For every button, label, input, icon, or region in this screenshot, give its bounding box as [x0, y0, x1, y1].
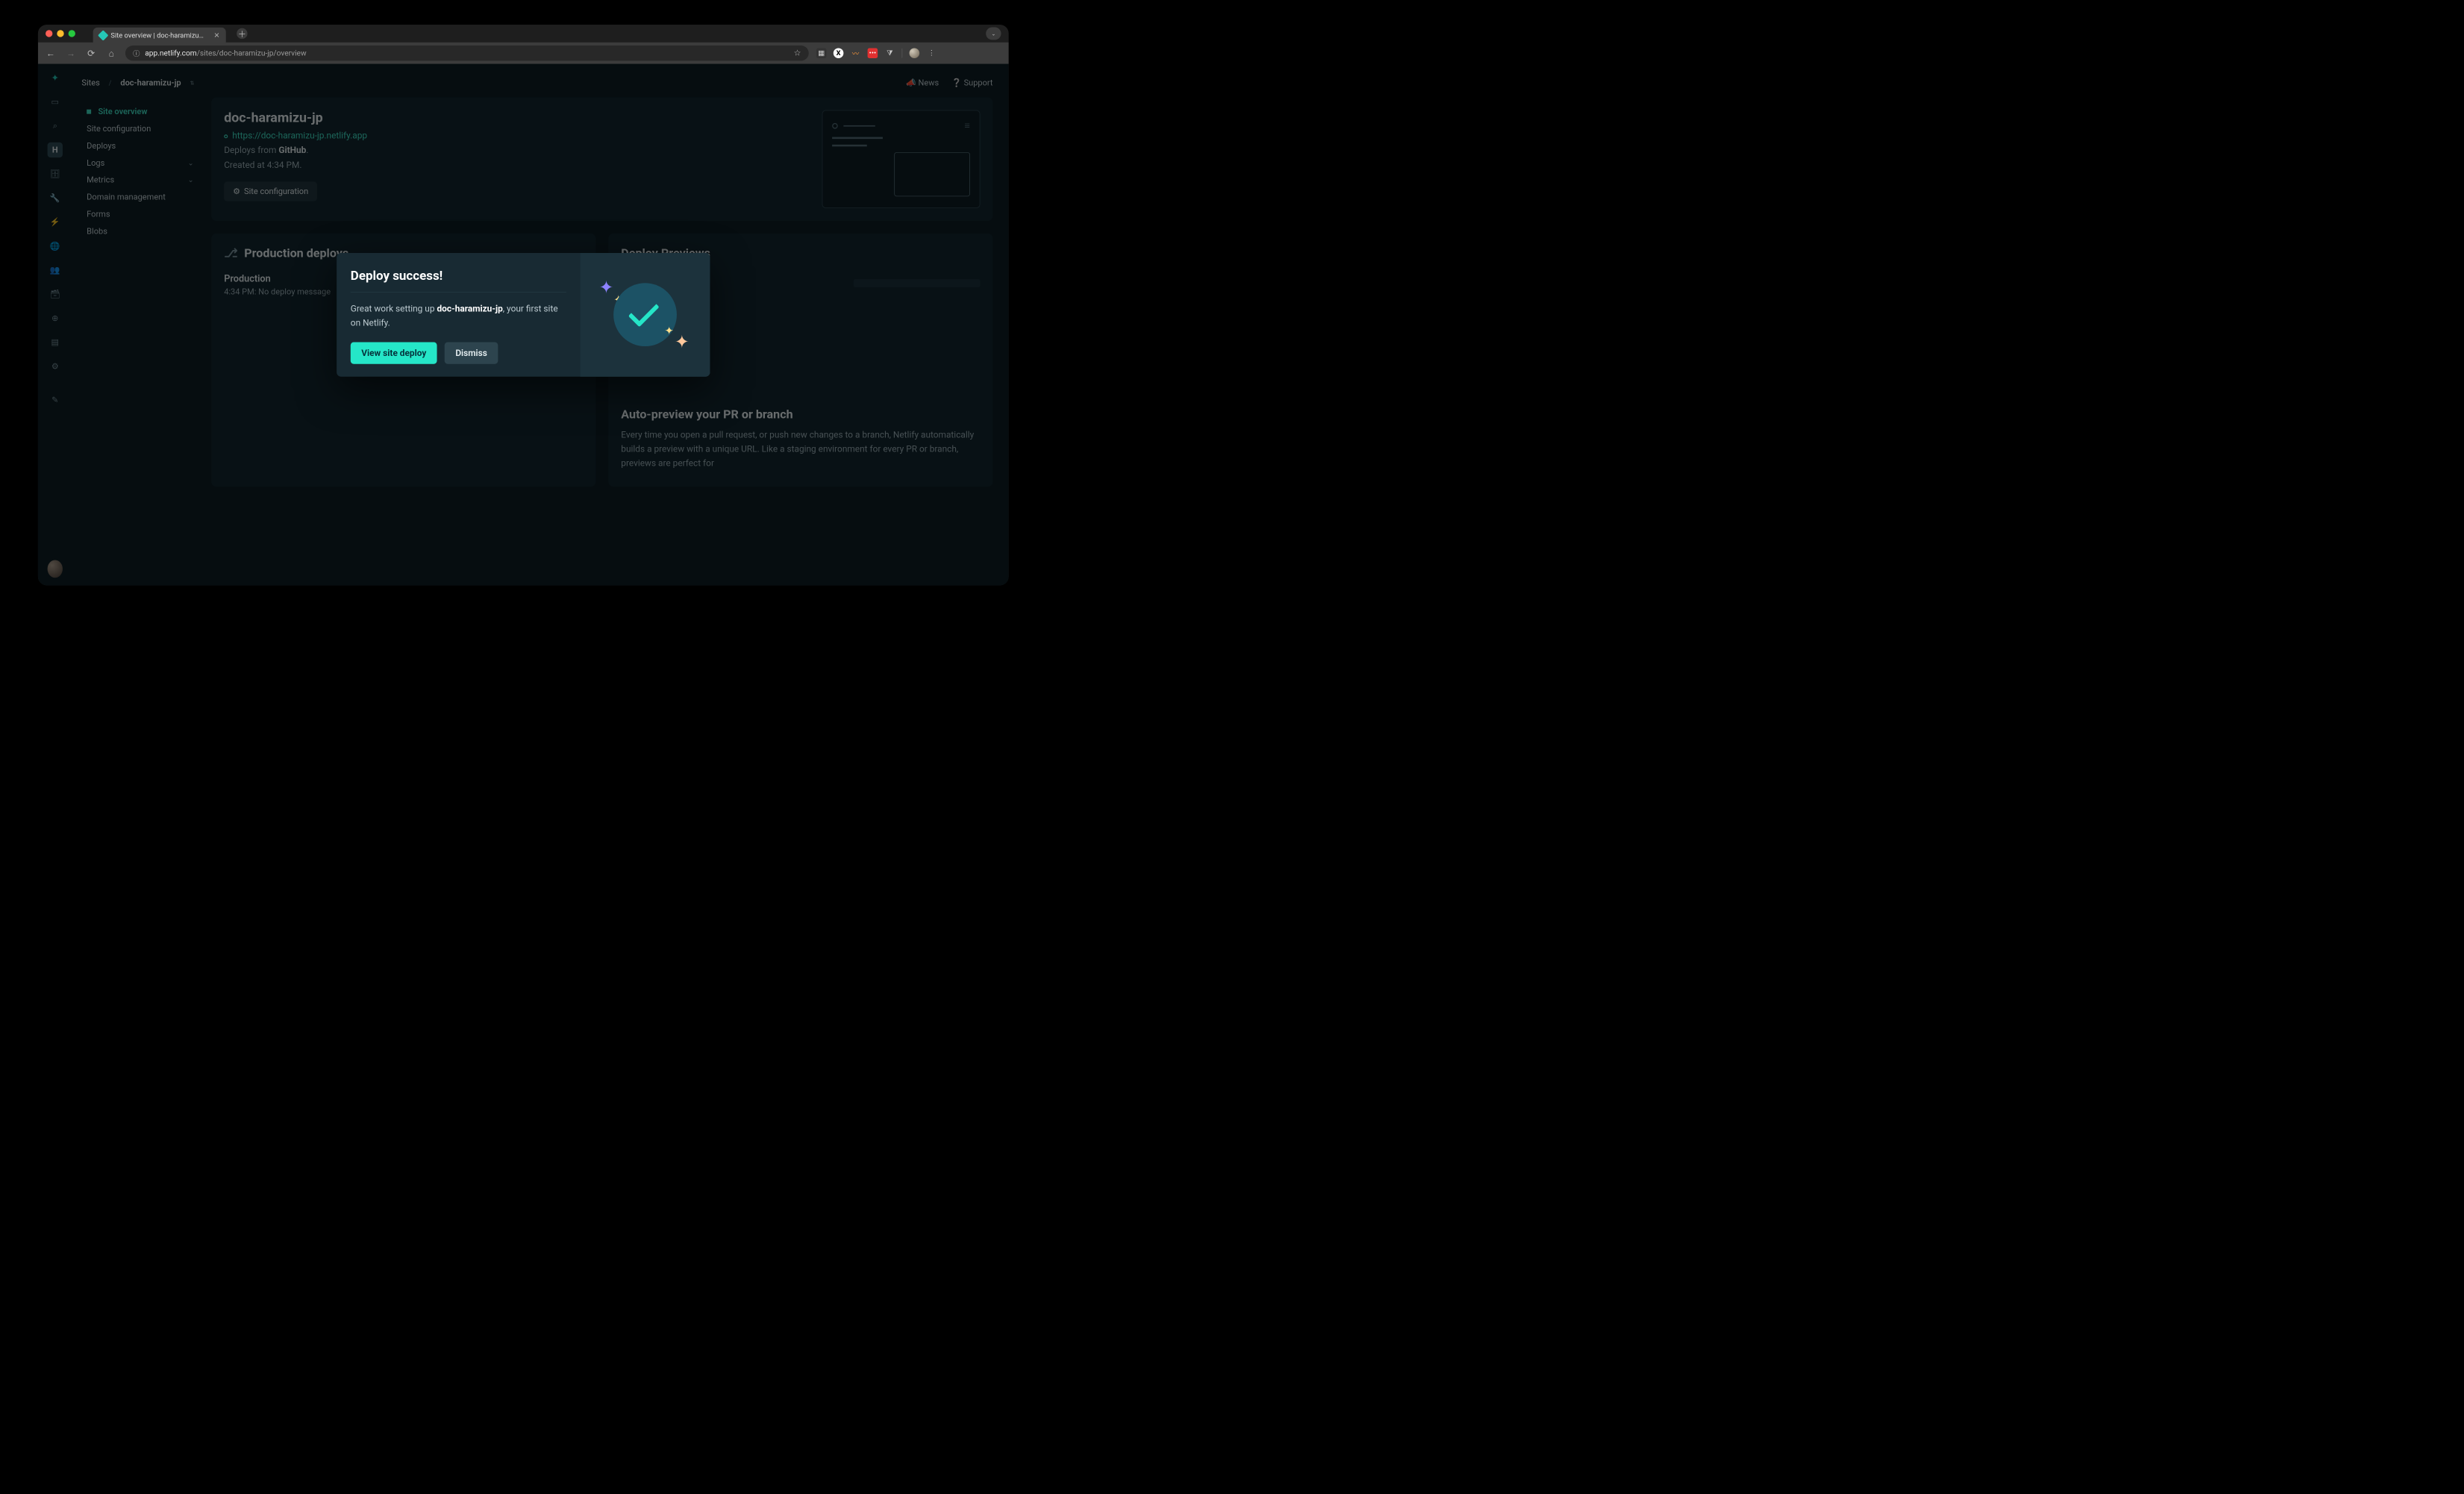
- extension-icon[interactable]: 〰: [851, 48, 861, 58]
- reload-button[interactable]: ⟳: [85, 48, 98, 58]
- extensions-menu-icon[interactable]: ⧩: [885, 48, 895, 58]
- netlify-app: ✦ ▭ ⌕ H 🗄 🔧 ⚡ 🌐 👥 🗃 ⊕ ▤ ⚙ ✎ Sites / doc-…: [38, 64, 1009, 586]
- netlify-favicon-icon: [98, 30, 108, 40]
- sparkle-icon: ✦: [599, 277, 614, 298]
- extension-icons: ▦ X 〰 ••• ⧩ ⋮: [816, 48, 936, 58]
- browser-tab[interactable]: Site overview | doc-haramizu… ✕: [93, 28, 226, 43]
- profile-avatar[interactable]: [910, 48, 920, 58]
- modal-body: Great work setting up doc-haramizu-jp, y…: [351, 301, 566, 330]
- tab-title: Site overview | doc-haramizu…: [110, 31, 210, 40]
- url-bar: ← → ⟳ ⌂ ⓘ app.netlify.com/sites/doc-hara…: [38, 43, 1009, 64]
- home-button[interactable]: ⌂: [105, 48, 118, 58]
- view-site-deploy-button[interactable]: View site deploy: [351, 342, 437, 363]
- deploy-success-modal: Deploy success! Great work setting up do…: [337, 253, 710, 377]
- modal-illustration: ✦ ✦ ✦ ✦: [581, 253, 710, 377]
- close-window-button[interactable]: [46, 30, 52, 37]
- bookmark-star-icon[interactable]: ☆: [794, 49, 801, 58]
- site-info-icon[interactable]: ⓘ: [133, 48, 140, 58]
- forward-button[interactable]: →: [64, 48, 77, 58]
- tabs-dropdown-button[interactable]: ⌄: [986, 27, 1001, 40]
- browser-window: Site overview | doc-haramizu… ✕ ＋ ⌄ ← → …: [38, 25, 1009, 585]
- chrome-menu-icon[interactable]: ⋮: [926, 48, 936, 58]
- tab-bar: Site overview | doc-haramizu… ✕ ＋ ⌄: [38, 25, 1009, 43]
- minimize-window-button[interactable]: [57, 30, 63, 37]
- divider: [901, 49, 902, 58]
- tab-close-icon[interactable]: ✕: [213, 31, 219, 40]
- modal-title: Deploy success!: [351, 268, 566, 292]
- new-tab-button[interactable]: ＋: [237, 28, 247, 39]
- extension-icon[interactable]: X: [834, 48, 844, 58]
- sparkle-icon: ✦: [675, 331, 690, 352]
- extension-icon[interactable]: ▦: [816, 48, 827, 58]
- extension-icon[interactable]: •••: [868, 48, 878, 58]
- address-field[interactable]: ⓘ app.netlify.com/sites/doc-haramizu-jp/…: [125, 46, 809, 60]
- sparkle-icon: ✦: [665, 325, 674, 337]
- maximize-window-button[interactable]: [69, 30, 75, 37]
- window-traffic-lights: [46, 30, 75, 37]
- url-text: app.netlify.com/sites/doc-haramizu-jp/ov…: [145, 49, 789, 57]
- back-button[interactable]: ←: [44, 48, 57, 58]
- dismiss-button[interactable]: Dismiss: [445, 342, 498, 363]
